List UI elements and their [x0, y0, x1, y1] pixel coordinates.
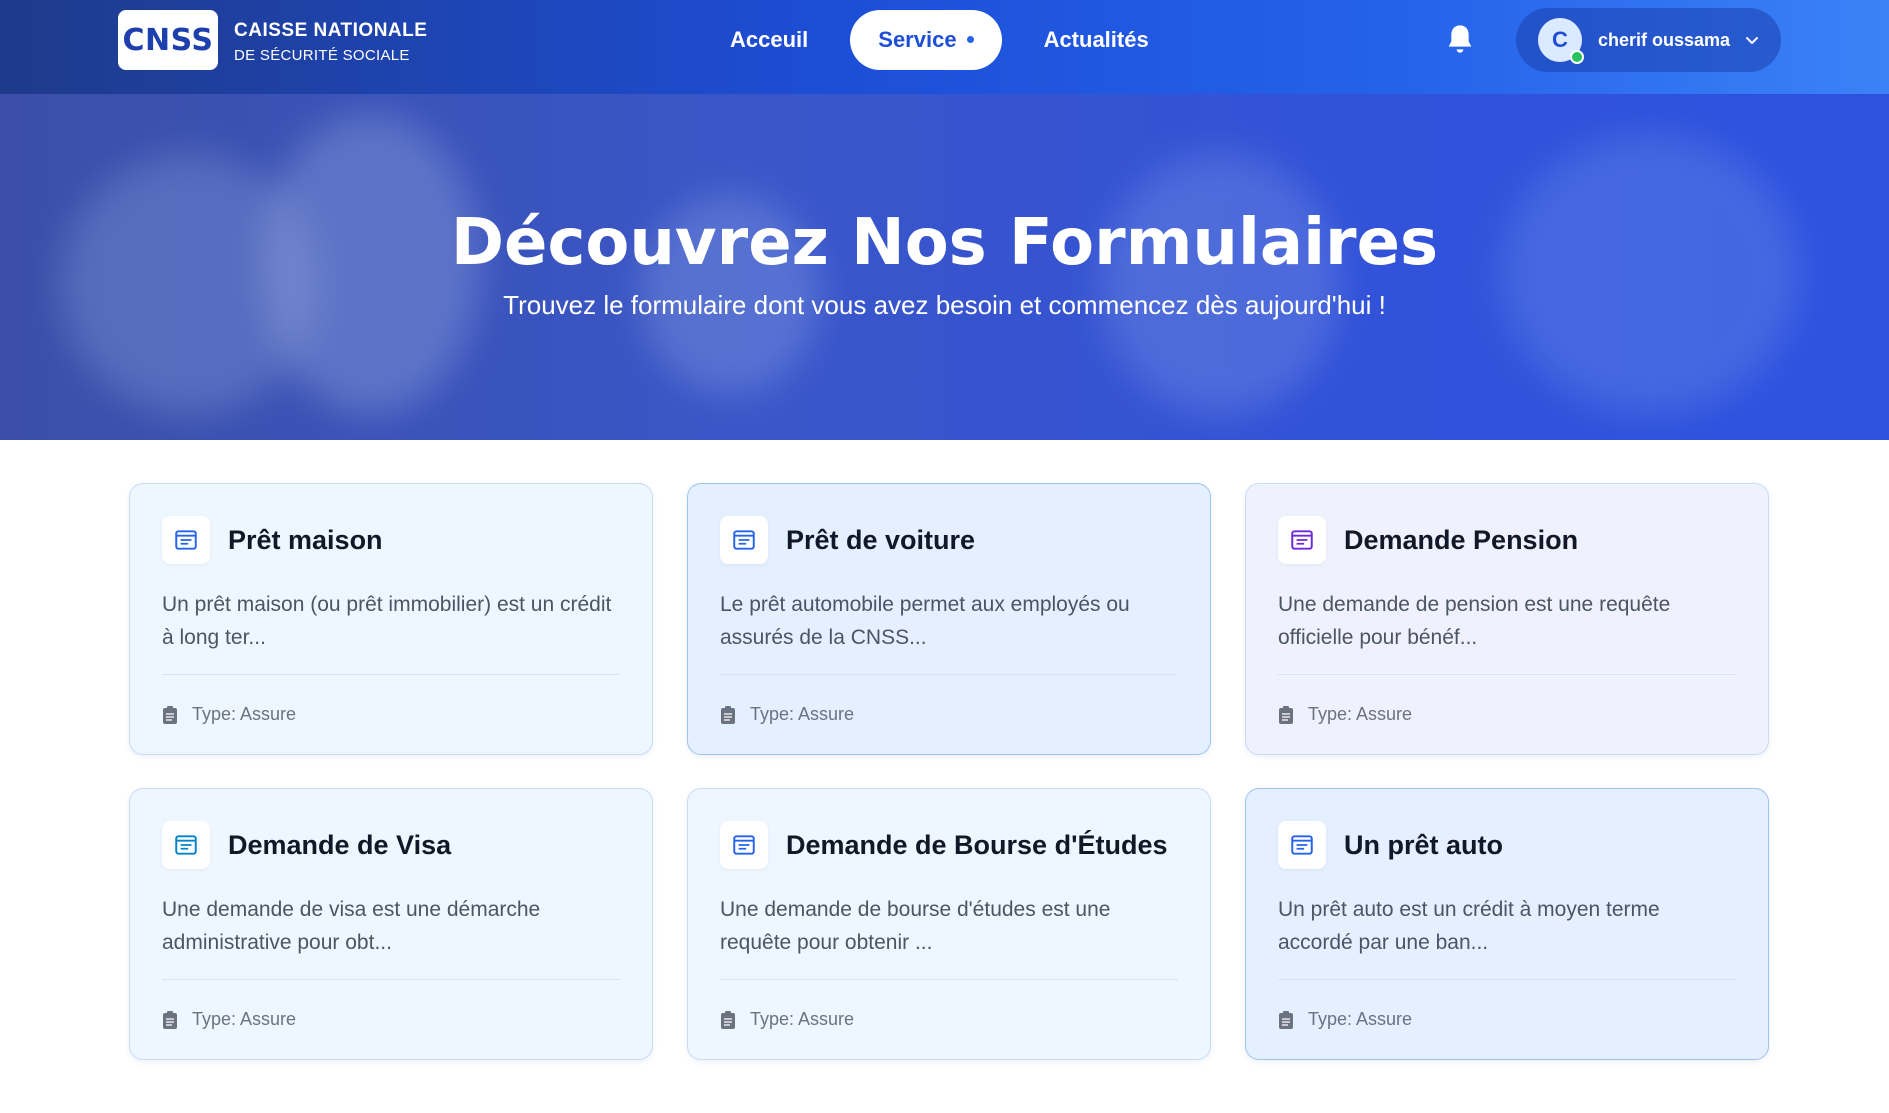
nav-actualites-label: Actualités: [1043, 27, 1149, 52]
bell-icon[interactable]: [1444, 22, 1476, 58]
cnss-logo[interactable]: CNSS: [118, 10, 218, 70]
card-header: Un prêt auto: [1278, 821, 1503, 869]
card-header: Prêt de voiture: [720, 516, 975, 564]
card-title: Demande de Visa: [228, 829, 452, 860]
form-icon: [162, 516, 210, 564]
card-type: Type: Assure: [162, 704, 296, 725]
card-type: Type: Assure: [720, 704, 854, 725]
avatar-initial: C: [1552, 27, 1568, 52]
logo-text: CNSS: [122, 22, 214, 58]
hero-title: Découvrez Nos Formulaires: [450, 206, 1439, 280]
card-description: Une demande de pension est une requête o…: [1278, 593, 1671, 649]
top-navbar: CNSS CAISSE NATIONALE DE SÉCURITÉ SOCIAL…: [0, 0, 1889, 94]
card-title: Un prêt auto: [1344, 829, 1503, 860]
card-type-label: Type: Assure: [750, 1009, 855, 1029]
card-divider: [162, 979, 620, 980]
nav-service[interactable]: Service: [850, 10, 1002, 70]
card-description: Le prêt automobile permet aux employés o…: [720, 593, 1130, 649]
form-card-pret-voiture[interactable]: Prêt de voiture Le prêt automobile perme…: [687, 483, 1211, 755]
hero-subtitle: Trouvez le formulaire dont vous avez bes…: [503, 290, 1386, 320]
main-nav: Acceuil Service Actualités: [710, 10, 1169, 70]
card-title: Demande de Bourse d'Études: [786, 829, 1168, 860]
nav-acceuil[interactable]: Acceuil: [710, 10, 828, 70]
user-menu[interactable]: C cherif oussama: [1516, 8, 1781, 72]
form-card-demande-visa[interactable]: Demande de Visa Une demande de visa est …: [129, 788, 653, 1060]
clipboard-icon: [163, 1010, 177, 1029]
card-title: Prêt de voiture: [786, 524, 976, 555]
form-card-demande-pension[interactable]: Demande Pension Une demande de pension e…: [1245, 483, 1769, 755]
form-icon: [720, 516, 768, 564]
card-divider: [720, 979, 1178, 980]
online-status-dot: [1570, 50, 1584, 64]
user-name: cherif oussama: [1598, 29, 1731, 50]
card-header: Prêt maison: [162, 516, 383, 564]
clipboard-icon: [1279, 705, 1293, 724]
hero-background-shape: [1100, 154, 1340, 414]
org-name: CAISSE NATIONALE DE SÉCURITÉ SOCIALE: [234, 20, 427, 64]
card-title: Prêt maison: [228, 524, 383, 555]
org-name-line2: DE SÉCURITÉ SOCIALE: [234, 47, 410, 64]
card-type-label: Type: Assure: [750, 704, 855, 724]
form-icon: [720, 821, 768, 869]
card-divider: [720, 674, 1178, 675]
nav-actualites[interactable]: Actualités: [1024, 10, 1169, 70]
card-type-label: Type: Assure: [1308, 704, 1413, 724]
form-card-demande-bourse[interactable]: Demande de Bourse d'Études Une demande d…: [687, 788, 1211, 1060]
card-type: Type: Assure: [1278, 1009, 1412, 1030]
card-description: Un prêt auto est un crédit à moyen terme…: [1278, 898, 1660, 954]
form-icon: [162, 821, 210, 869]
card-type-label: Type: Assure: [192, 704, 297, 724]
clipboard-icon: [721, 705, 735, 724]
nav-service-label: Service: [878, 27, 957, 52]
card-header: Demande de Visa: [162, 821, 451, 869]
card-type-label: Type: Assure: [192, 1009, 297, 1029]
card-title: Demande Pension: [1344, 524, 1579, 555]
form-icon: [1278, 821, 1326, 869]
card-header: Demande de Bourse d'Études: [720, 821, 1168, 869]
card-description: Un prêt maison (ou prêt immobilier) est …: [162, 593, 612, 649]
card-header: Demande Pension: [1278, 516, 1578, 564]
form-icon: [1278, 516, 1326, 564]
clipboard-icon: [1279, 1010, 1293, 1029]
card-type: Type: Assure: [162, 1009, 296, 1030]
clipboard-icon: [721, 1010, 735, 1029]
active-indicator-dot: [966, 35, 974, 43]
clipboard-icon: [163, 705, 177, 724]
avatar: C: [1538, 18, 1584, 64]
hero-banner: Découvrez Nos Formulaires Trouvez le for…: [0, 94, 1889, 440]
form-card-pret-maison[interactable]: Prêt maison Un prêt maison (ou prêt immo…: [129, 483, 653, 755]
card-description: Une demande de visa est une démarche adm…: [162, 898, 541, 954]
card-description: Une demande de bourse d'études est une r…: [720, 898, 1111, 954]
card-divider: [162, 674, 620, 675]
card-type: Type: Assure: [720, 1009, 854, 1030]
card-type: Type: Assure: [1278, 704, 1412, 725]
form-card-pret-auto[interactable]: Un prêt auto Un prêt auto est un crédit …: [1245, 788, 1769, 1060]
nav-acceuil-label: Acceuil: [730, 27, 809, 52]
card-type-label: Type: Assure: [1308, 1009, 1413, 1029]
org-name-line1: CAISSE NATIONALE: [234, 20, 428, 41]
card-divider: [1278, 979, 1736, 980]
card-divider: [1278, 674, 1736, 675]
chevron-down-icon: [1746, 37, 1759, 44]
